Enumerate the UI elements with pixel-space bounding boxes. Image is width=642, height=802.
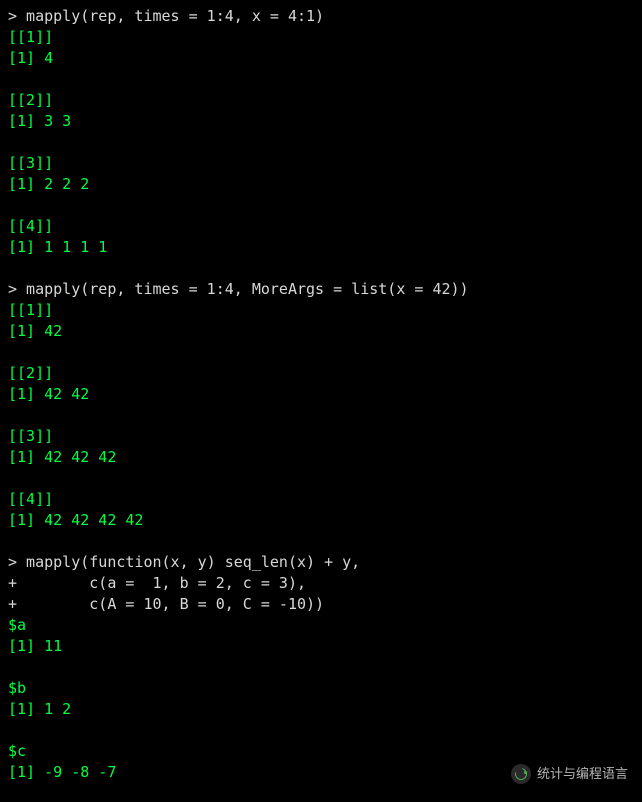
console-blank-line: [8, 720, 636, 741]
console-blank-line: [8, 132, 636, 153]
console-output-line: $a: [8, 615, 636, 636]
console-output-line: [1] 2 2 2: [8, 174, 636, 195]
console-output-line: [1] 1 1 1 1: [8, 237, 636, 258]
console-blank-line: [8, 657, 636, 678]
console-output-line: [1] 42: [8, 321, 636, 342]
console-blank-line: [8, 69, 636, 90]
console-input-line: > mapply(function(x, y) seq_len(x) + y,: [8, 552, 636, 573]
watermark: 统计与编程语言: [511, 763, 628, 784]
console-output-line: [1] 3 3: [8, 111, 636, 132]
r-console[interactable]: > mapply(rep, times = 1:4, x = 4:1)[[1]]…: [0, 0, 642, 789]
console-output-line: [[2]]: [8, 363, 636, 384]
console-output-line: [[1]]: [8, 27, 636, 48]
console-blank-line: [8, 342, 636, 363]
console-output-line: [[3]]: [8, 153, 636, 174]
console-output-line: [1] 42 42 42 42: [8, 510, 636, 531]
console-blank-line: [8, 405, 636, 426]
console-output-line: [[2]]: [8, 90, 636, 111]
console-output-line: $b: [8, 678, 636, 699]
console-input-line: > mapply(rep, times = 1:4, MoreArgs = li…: [8, 279, 636, 300]
console-output-line: [1] 42 42 42: [8, 447, 636, 468]
wechat-icon: [511, 764, 531, 784]
console-output-line: [[1]]: [8, 300, 636, 321]
console-blank-line: [8, 531, 636, 552]
console-output-line: [1] 42 42: [8, 384, 636, 405]
console-output-line: [[3]]: [8, 426, 636, 447]
console-output-line: [[4]]: [8, 216, 636, 237]
console-blank-line: [8, 195, 636, 216]
console-output-line: [1] 11: [8, 636, 636, 657]
console-input-line: > mapply(rep, times = 1:4, x = 4:1): [8, 6, 636, 27]
console-input-line: + c(A = 10, B = 0, C = -10)): [8, 594, 636, 615]
watermark-label: 统计与编程语言: [537, 763, 628, 784]
console-output-line: [1] 1 2: [8, 699, 636, 720]
console-output-line: $c: [8, 741, 636, 762]
console-input-line: + c(a = 1, b = 2, c = 3),: [8, 573, 636, 594]
console-blank-line: [8, 468, 636, 489]
console-output-line: [[4]]: [8, 489, 636, 510]
console-output-line: [1] 4: [8, 48, 636, 69]
console-blank-line: [8, 258, 636, 279]
